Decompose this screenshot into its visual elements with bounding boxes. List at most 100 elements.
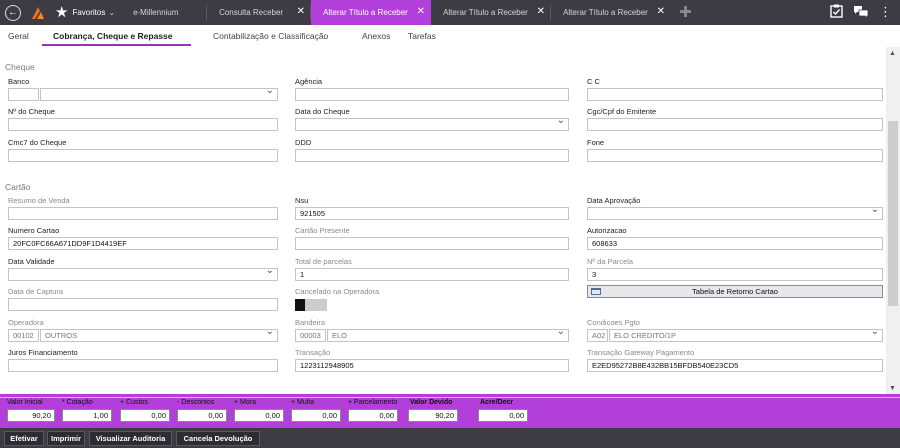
close-icon[interactable]: ✕ <box>537 7 545 17</box>
cc-input[interactable] <box>587 88 883 101</box>
top-bar: ← ★ Favoritos ⌄ e-Millennium Consulta Re… <box>0 0 900 25</box>
banco-select[interactable] <box>40 88 278 101</box>
tab-tarefas[interactable]: Tarefas <box>408 31 436 41</box>
nsu-input[interactable]: 921505 <box>295 207 569 220</box>
resumo-venda-label: Resumo de Venda <box>8 196 70 205</box>
operadora-value: OUTROS <box>45 331 78 340</box>
form-content: Cheque Banco Agência C C Nº do Cheque Da… <box>0 47 886 394</box>
tab-e-millennium[interactable]: e-Millennium <box>121 0 208 25</box>
data-captura-input[interactable] <box>8 298 278 311</box>
valor-inicial-label: Valor Inicial <box>7 399 43 406</box>
clipboard-icon[interactable] <box>830 4 843 18</box>
transacao-input[interactable]: 1223112948905 <box>295 359 569 372</box>
data-validade-select[interactable] <box>8 268 278 281</box>
tab-label: Alterar Título a Receber <box>323 8 408 17</box>
valor-devido-input[interactable]: 90,20 <box>408 409 458 422</box>
data-cheque-select[interactable] <box>295 118 569 131</box>
numero-cartao-label: Numero Cartao <box>8 226 60 235</box>
cmc7-input[interactable] <box>8 149 278 162</box>
tab-label: e-Millennium <box>133 8 179 17</box>
operadora-select[interactable]: OUTROS <box>40 329 278 342</box>
data-validade-label: Data Validade <box>8 257 55 266</box>
ddd-input[interactable] <box>295 149 569 162</box>
multa-input[interactable]: 0,00 <box>291 409 341 422</box>
scroll-thumb[interactable] <box>888 121 898 306</box>
vertical-scrollbar[interactable]: ▲ ▼ <box>886 47 900 394</box>
star-icon: ★ <box>55 4 69 21</box>
tab-consulta-receber[interactable]: Consulta Receber ✕ <box>207 0 312 25</box>
tab-alterar-titulo-3[interactable]: Alterar Título a Receber ✕ <box>551 0 671 25</box>
acre-decr-label: Acre/Decr <box>480 399 514 406</box>
back-arrow-icon[interactable]: ← <box>5 4 21 21</box>
cartao-presente-label: Cartão Presente <box>295 226 350 235</box>
condicoes-select[interactable]: ELO CREDITO/1P <box>609 329 883 342</box>
imprimir-button[interactable]: Imprimir <box>47 431 85 446</box>
total-parcelas-label: Total de parcelas <box>295 257 352 266</box>
data-aprovacao-label: Data Aprovação <box>587 196 641 205</box>
autorizacao-input[interactable]: 608633 <box>587 237 883 250</box>
bandeira-code-input[interactable]: 00003 <box>295 329 326 342</box>
chat-icon[interactable] <box>853 5 869 18</box>
cgc-input[interactable] <box>587 118 883 131</box>
descontos-label: - Descontos <box>177 399 215 406</box>
tab-cobranca[interactable]: Cobrança, Cheque e Repasse <box>53 31 173 41</box>
tabela-retorno-cartao-button[interactable]: Tabela de Retorno Cartao <box>587 285 883 298</box>
scroll-up-icon[interactable]: ▲ <box>889 50 896 57</box>
tab-anexos[interactable]: Anexos <box>362 31 390 41</box>
cotacao-input[interactable]: 1,00 <box>62 409 112 422</box>
nsu-label: Nsu <box>295 196 309 205</box>
banco-label: Banco <box>8 77 30 86</box>
agencia-input[interactable] <box>295 88 569 101</box>
tab-label: Alterar Título a Receber <box>563 8 648 17</box>
tab-label: Alterar Título a Receber <box>443 8 528 17</box>
data-aprovacao-select[interactable] <box>587 207 883 220</box>
cancelado-operadora-label: Cancelado na Operadora <box>295 287 380 296</box>
gateway-input[interactable]: E2ED95272B8E432BB15BFDB540E23CD5 <box>587 359 883 372</box>
cancela-devolucao-button[interactable]: Cancela Devolução <box>176 431 260 446</box>
bandeira-select[interactable]: ELO <box>327 329 569 342</box>
custos-label: + Custos <box>120 399 148 406</box>
favorites-menu[interactable]: ★ Favoritos ⌄ <box>55 5 115 20</box>
resumo-venda-input[interactable] <box>8 207 278 220</box>
condicoes-pgto-label: Condicoes Pgto <box>587 318 640 327</box>
close-icon[interactable]: ✕ <box>297 7 305 17</box>
total-parcelas-input[interactable]: 1 <box>295 268 569 281</box>
juros-financiamento-input[interactable] <box>8 359 278 372</box>
fone-label: Fone <box>587 138 605 147</box>
tab-contabilizacao[interactable]: Contabilização e Classificação <box>213 31 328 41</box>
close-icon[interactable]: ✕ <box>657 7 665 17</box>
valor-inicial-input[interactable]: 90,20 <box>7 409 55 422</box>
efetivar-button[interactable]: Efetivar <box>4 431 44 446</box>
app-logo-icon <box>32 6 44 19</box>
numero-cartao-input[interactable]: 20FC0FC66A671DD9F1D4419EF <box>8 237 278 250</box>
banco-code-input[interactable] <box>8 88 39 101</box>
custos-input[interactable]: 0,00 <box>120 409 170 422</box>
cartao-presente-input[interactable] <box>295 237 569 250</box>
operadora-code-input[interactable]: 00102 <box>8 329 39 342</box>
close-icon[interactable]: ✕ <box>417 7 425 17</box>
table-icon <box>591 288 601 295</box>
mora-label: + Mora <box>234 399 256 406</box>
parcelamento-input[interactable]: 0,00 <box>348 409 398 422</box>
more-menu-icon[interactable]: ⋮ <box>879 5 892 18</box>
cotacao-label: * Cotação <box>62 399 93 406</box>
multa-label: + Multa <box>291 399 315 406</box>
totals-divider <box>0 397 900 398</box>
tab-alterar-titulo-active[interactable]: Alterar Título a Receber ✕ <box>311 0 432 25</box>
fone-input[interactable] <box>587 149 883 162</box>
num-parcela-input[interactable]: 3 <box>587 268 883 281</box>
descontos-input[interactable]: 0,00 <box>177 409 227 422</box>
num-cheque-input[interactable] <box>8 118 278 131</box>
add-tab-icon[interactable]: ✚ <box>679 5 692 20</box>
scroll-down-icon[interactable]: ▼ <box>889 385 896 392</box>
bandeira-value: ELO <box>332 331 348 340</box>
visualizar-auditoria-button[interactable]: Visualizar Auditoria <box>89 431 172 446</box>
cancelado-operadora-toggle[interactable] <box>295 299 327 311</box>
mora-input[interactable]: 0,00 <box>234 409 284 422</box>
tab-label: Consulta Receber <box>219 8 284 17</box>
tab-alterar-titulo-2[interactable]: Alterar Título a Receber ✕ <box>431 0 552 25</box>
autorizacao-label: Autorizacao <box>587 226 627 235</box>
tab-geral[interactable]: Geral <box>8 31 29 41</box>
condicoes-code-input[interactable]: A02 <box>587 329 608 342</box>
acre-decr-input[interactable]: 0,00 <box>478 409 528 422</box>
